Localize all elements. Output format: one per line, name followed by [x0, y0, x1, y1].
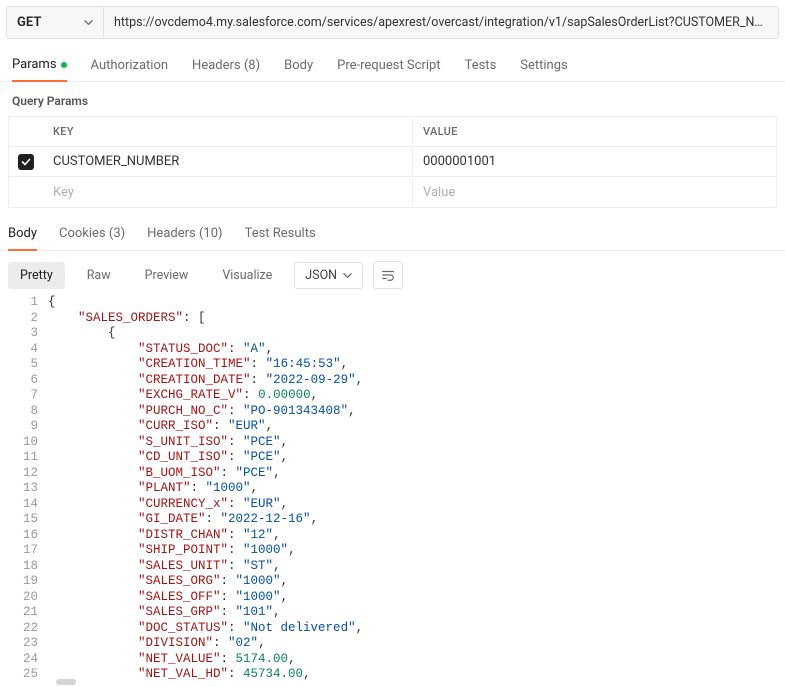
viewer-preview-button[interactable]: Preview	[133, 262, 201, 289]
table-header-row: KEY VALUE	[9, 117, 776, 147]
tab-body[interactable]: Body	[284, 58, 313, 81]
tab-headers[interactable]: Headers (8)	[192, 58, 260, 81]
param-key-placeholder[interactable]: Key	[43, 179, 413, 206]
check-icon	[21, 157, 31, 167]
viewer-raw-button[interactable]: Raw	[75, 262, 123, 289]
response-format-label: JSON	[305, 268, 337, 283]
response-tabs: Body Cookies (3) Headers (10) Test Resul…	[0, 208, 785, 250]
http-method-label: GET	[17, 15, 41, 30]
http-method-select[interactable]: GET	[6, 6, 104, 39]
header-value: VALUE	[413, 119, 776, 144]
param-key-cell[interactable]: CUSTOMER_NUMBER	[43, 148, 413, 175]
rtab-test-results[interactable]: Test Results	[245, 226, 316, 250]
param-value-placeholder[interactable]: Value	[413, 179, 776, 206]
header-key: KEY	[43, 119, 413, 144]
tab-tests[interactable]: Tests	[465, 58, 497, 81]
rtab-headers[interactable]: Headers (10)	[147, 226, 222, 250]
response-body-viewer[interactable]: 1234567891011121314151617181920212223242…	[0, 295, 785, 687]
code-content: { "SALES_ORDERS": [ { "STATUS_DOC": "A",…	[48, 295, 785, 687]
tab-settings[interactable]: Settings	[520, 58, 567, 81]
param-value-cell[interactable]: 0000001001	[413, 148, 776, 175]
wrap-icon	[381, 268, 395, 282]
chevron-down-icon	[343, 271, 352, 280]
viewer-visualize-button[interactable]: Visualize	[210, 262, 284, 289]
row-checkbox[interactable]	[18, 154, 34, 170]
table-row-empty[interactable]: Key Value	[9, 177, 776, 207]
viewer-toolbar: Pretty Raw Preview Visualize JSON	[0, 251, 785, 295]
request-url-input[interactable]: https://ovcdemo4.my.salesforce.com/servi…	[104, 6, 779, 39]
query-params-table: KEY VALUE CUSTOMER_NUMBER 0000001001 Key…	[8, 116, 777, 208]
query-params-title: Query Params	[0, 82, 785, 116]
tab-prerequest[interactable]: Pre-request Script	[337, 58, 440, 81]
wrap-lines-button[interactable]	[373, 261, 403, 289]
chevron-down-icon	[84, 18, 93, 27]
tab-params[interactable]: Params	[12, 57, 67, 82]
response-format-select[interactable]: JSON	[294, 262, 363, 289]
line-gutter: 1234567891011121314151617181920212223242…	[8, 295, 48, 687]
horizontal-scroll-thumb[interactable]	[56, 679, 76, 685]
tab-params-label: Params	[12, 57, 57, 72]
rtab-body[interactable]: Body	[8, 226, 37, 251]
rtab-cookies[interactable]: Cookies (3)	[59, 226, 125, 250]
table-row[interactable]: CUSTOMER_NUMBER 0000001001	[9, 147, 776, 177]
params-changed-dot-icon	[61, 62, 67, 68]
request-tabs: Params Authorization Headers (8) Body Pr…	[0, 45, 785, 81]
tab-authorization[interactable]: Authorization	[91, 58, 169, 81]
viewer-pretty-button[interactable]: Pretty	[8, 262, 65, 289]
